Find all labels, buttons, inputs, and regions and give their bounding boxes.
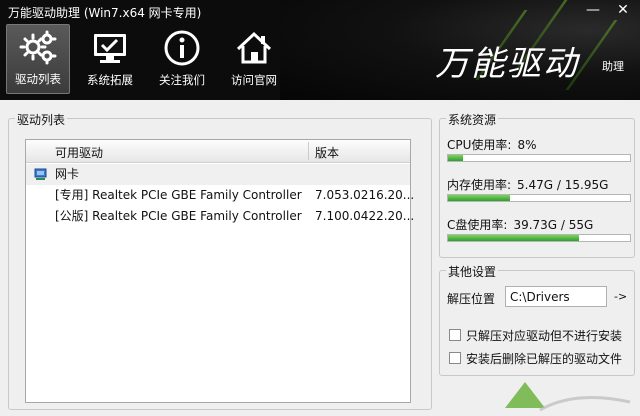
- tool-system-extension[interactable]: 系统拓展: [78, 24, 142, 94]
- extract-only-checkbox[interactable]: [449, 329, 461, 341]
- tool-label: 系统拓展: [87, 73, 133, 87]
- tool-label: 关注我们: [159, 73, 205, 87]
- delete-after-install-checkbox[interactable]: [449, 352, 461, 364]
- cpu-bar-fill: [448, 155, 463, 161]
- memory-label: 内存使用率:: [447, 178, 512, 192]
- memory-usage: 内存使用率: 5.47G / 15.95G: [447, 176, 608, 193]
- network-card-icon: [34, 168, 47, 180]
- disk-value: 39.73G / 55G: [513, 218, 594, 232]
- brand-subtitle: 助理: [602, 60, 624, 73]
- disk-bar-fill: [448, 235, 580, 241]
- brand-logo: 万能驱动: [435, 44, 579, 84]
- info-icon: [164, 30, 200, 66]
- group-label: 其他设置: [446, 263, 499, 280]
- list-category[interactable]: 网卡: [26, 164, 410, 185]
- toolbar: 驱动列表 系统拓展 关注我们 访问官网: [6, 24, 286, 94]
- driver-list[interactable]: 可用驱动 版本 网卡 [专用] Realtek PCIe GBE Family …: [25, 139, 414, 403]
- browse-path-button[interactable]: ->: [614, 290, 627, 303]
- driver-name: [专用] Realtek PCIe GBE Family Controller: [55, 188, 302, 202]
- cpu-usage: CPU使用率: 8%: [447, 136, 537, 153]
- window-title: 万能驱动助理 (Win7.x64 网卡专用): [8, 6, 202, 20]
- column-divider[interactable]: [308, 142, 309, 160]
- tool-visit-website[interactable]: 访问官网: [222, 24, 286, 94]
- disk-usage: C盘使用率: 39.73G / 55G: [447, 216, 593, 233]
- extract-path-label: 解压位置: [447, 292, 496, 306]
- driver-version: 7.100.0422.20...: [315, 209, 415, 223]
- cpu-label: CPU使用率:: [447, 138, 512, 152]
- disk-label: C盘使用率:: [447, 218, 508, 232]
- list-item[interactable]: [公版] Realtek PCIe GBE Family Controller …: [26, 206, 414, 227]
- decorative-arrow-icon: [505, 382, 631, 412]
- list-header: 可用驱动 版本: [26, 140, 410, 163]
- monitor-check-icon: [94, 34, 126, 63]
- minimize-button[interactable]: —: [586, 2, 600, 18]
- memory-bar-fill: [448, 195, 511, 201]
- window-controls: — ✕: [586, 2, 630, 18]
- list-item[interactable]: [专用] Realtek PCIe GBE Family Controller …: [26, 185, 414, 206]
- column-header-version[interactable]: 版本: [315, 144, 339, 161]
- disk-bar: [447, 234, 631, 242]
- tool-follow-us[interactable]: 关注我们: [150, 24, 214, 94]
- tool-label: 驱动列表: [15, 72, 61, 86]
- group-label: 系统资源: [446, 111, 499, 128]
- tool-driver-list[interactable]: 驱动列表: [6, 24, 70, 94]
- extract-path-input[interactable]: [505, 286, 607, 307]
- cpu-bar: [447, 154, 631, 162]
- memory-value: 5.47G / 15.95G: [517, 178, 609, 192]
- home-icon: [236, 31, 272, 64]
- category-label: 网卡: [55, 167, 80, 181]
- memory-bar: [447, 194, 631, 202]
- driver-version: 7.053.0216.20...: [315, 188, 415, 202]
- header: 万能驱动助理 (Win7.x64 网卡专用) — ✕ 驱动列表 系统拓展 关注我…: [0, 0, 640, 100]
- group-label: 驱动列表: [15, 111, 68, 128]
- column-header-driver[interactable]: 可用驱动: [55, 144, 103, 161]
- driver-name: [公版] Realtek PCIe GBE Family Controller: [55, 209, 302, 223]
- gears-icon: [19, 30, 57, 65]
- cpu-value: 8%: [517, 138, 537, 152]
- tool-label: 访问官网: [231, 73, 277, 87]
- close-button[interactable]: ✕: [616, 2, 630, 18]
- extract-only-label: 只解压对应驱动但不进行安装: [466, 329, 623, 343]
